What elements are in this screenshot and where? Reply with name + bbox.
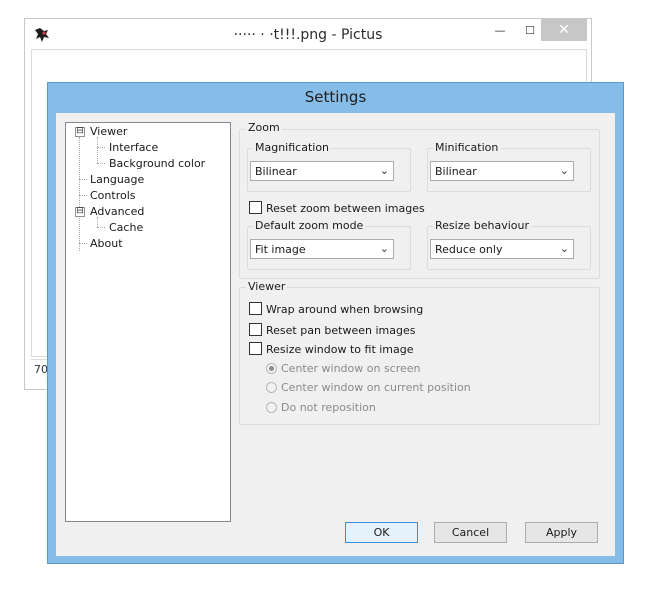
tree-item-interface[interactable]: Interface <box>109 141 158 154</box>
tree-item-controls[interactable]: Controls <box>90 189 136 202</box>
reset-zoom-label: Reset zoom between images <box>266 202 425 215</box>
chevron-down-icon: ⌄ <box>379 242 389 255</box>
apply-button[interactable]: Apply <box>525 522 598 543</box>
radio-center-on-position[interactable]: Center window on current position <box>266 381 471 394</box>
tree-connector <box>97 163 105 164</box>
wrap-around-checkbox[interactable]: Wrap around when browsing <box>249 302 423 316</box>
resize-behaviour-group: Resize behaviour Reduce only ⌄ <box>427 219 591 270</box>
zoom-group: Zoom Magnification Bilinear ⌄ Minificati… <box>239 121 600 279</box>
reset-pan-checkbox[interactable]: Reset pan between images <box>249 323 415 337</box>
radio-icon <box>266 402 277 413</box>
radio-do-not-reposition-label: Do not reposition <box>281 401 376 414</box>
chevron-down-icon: ⌄ <box>379 164 389 177</box>
tree-item-advanced[interactable]: Advanced <box>90 205 144 218</box>
default-zoom-mode-label: Default zoom mode <box>253 219 366 232</box>
tree-connector <box>79 179 87 180</box>
radio-do-not-reposition[interactable]: Do not reposition <box>266 401 376 414</box>
default-zoom-mode-value: Fit image <box>255 243 306 256</box>
settings-tree[interactable]: ⊟ Viewer Interface Background color Lang… <box>65 122 231 522</box>
maximize-button[interactable]: ☐ <box>517 19 543 41</box>
collapse-icon[interactable]: ⊟ <box>75 207 85 217</box>
resize-behaviour-select[interactable]: Reduce only ⌄ <box>430 239 574 259</box>
reset-zoom-checkbox[interactable]: Reset zoom between images <box>249 201 425 215</box>
minimize-icon: — <box>494 23 506 37</box>
settings-title: Settings <box>304 88 367 106</box>
tree-connector <box>97 147 105 148</box>
main-title-bar: ····· · ·t!!!.png - Pictus — ☐ ✕ <box>25 19 591 49</box>
resize-behaviour-value: Reduce only <box>435 243 503 256</box>
close-icon: ✕ <box>558 22 570 38</box>
resize-window-checkbox[interactable]: Resize window to fit image <box>249 342 414 356</box>
viewer-group: Viewer Wrap around when browsing Reset p… <box>239 280 600 425</box>
checkbox-box <box>249 201 262 214</box>
resize-behaviour-label: Resize behaviour <box>433 219 531 232</box>
settings-client-area: ⊟ Viewer Interface Background color Lang… <box>56 113 615 556</box>
chevron-down-icon: ⌄ <box>559 164 569 177</box>
magnification-value: Bilinear <box>255 165 297 178</box>
zoom-group-label: Zoom <box>246 121 282 134</box>
viewer-group-label: Viewer <box>246 280 288 293</box>
radio-center-on-screen[interactable]: Center window on screen <box>266 362 421 375</box>
tree-connector <box>79 195 87 196</box>
minification-group: Minification Bilinear ⌄ <box>427 141 591 192</box>
tree-item-about[interactable]: About <box>90 237 123 250</box>
tree-item-language[interactable]: Language <box>90 173 144 186</box>
radio-center-on-screen-label: Center window on screen <box>281 362 421 375</box>
resize-window-label: Resize window to fit image <box>266 343 414 356</box>
default-zoom-mode-group: Default zoom mode Fit image ⌄ <box>247 219 411 270</box>
wrap-around-label: Wrap around when browsing <box>266 303 424 316</box>
checkbox-box <box>249 302 262 315</box>
ok-button[interactable]: OK <box>345 522 418 543</box>
tree-item-background-color[interactable]: Background color <box>109 157 205 170</box>
settings-dialog: Settings ⊟ Viewer Interface Background c… <box>47 82 624 564</box>
checkbox-box <box>249 323 262 336</box>
reset-pan-label: Reset pan between images <box>266 324 416 337</box>
tree-item-cache[interactable]: Cache <box>109 221 143 234</box>
cancel-button[interactable]: Cancel <box>434 522 507 543</box>
tree-connector <box>79 243 87 244</box>
magnification-select[interactable]: Bilinear ⌄ <box>250 161 394 181</box>
collapse-icon[interactable]: ⊟ <box>75 127 85 137</box>
close-button[interactable]: ✕ <box>541 19 587 41</box>
minification-select[interactable]: Bilinear ⌄ <box>430 161 574 181</box>
tree-connector <box>97 227 105 228</box>
tree-connector <box>97 217 98 227</box>
magnification-group: Magnification Bilinear ⌄ <box>247 141 411 192</box>
tree-item-viewer[interactable]: Viewer <box>90 125 127 138</box>
tree-connector <box>97 137 98 163</box>
radio-icon <box>266 382 277 393</box>
minification-label: Minification <box>433 141 501 154</box>
checkbox-box <box>249 342 262 355</box>
minimize-button[interactable]: — <box>487 19 513 41</box>
maximize-icon: ☐ <box>525 23 535 37</box>
radio-center-on-position-label: Center window on current position <box>281 381 471 394</box>
magnification-label: Magnification <box>253 141 332 154</box>
radio-selected-icon <box>266 363 277 374</box>
minification-value: Bilinear <box>435 165 477 178</box>
default-zoom-mode-select[interactable]: Fit image ⌄ <box>250 239 394 259</box>
chevron-down-icon: ⌄ <box>559 242 569 255</box>
tree-connector <box>79 137 80 251</box>
